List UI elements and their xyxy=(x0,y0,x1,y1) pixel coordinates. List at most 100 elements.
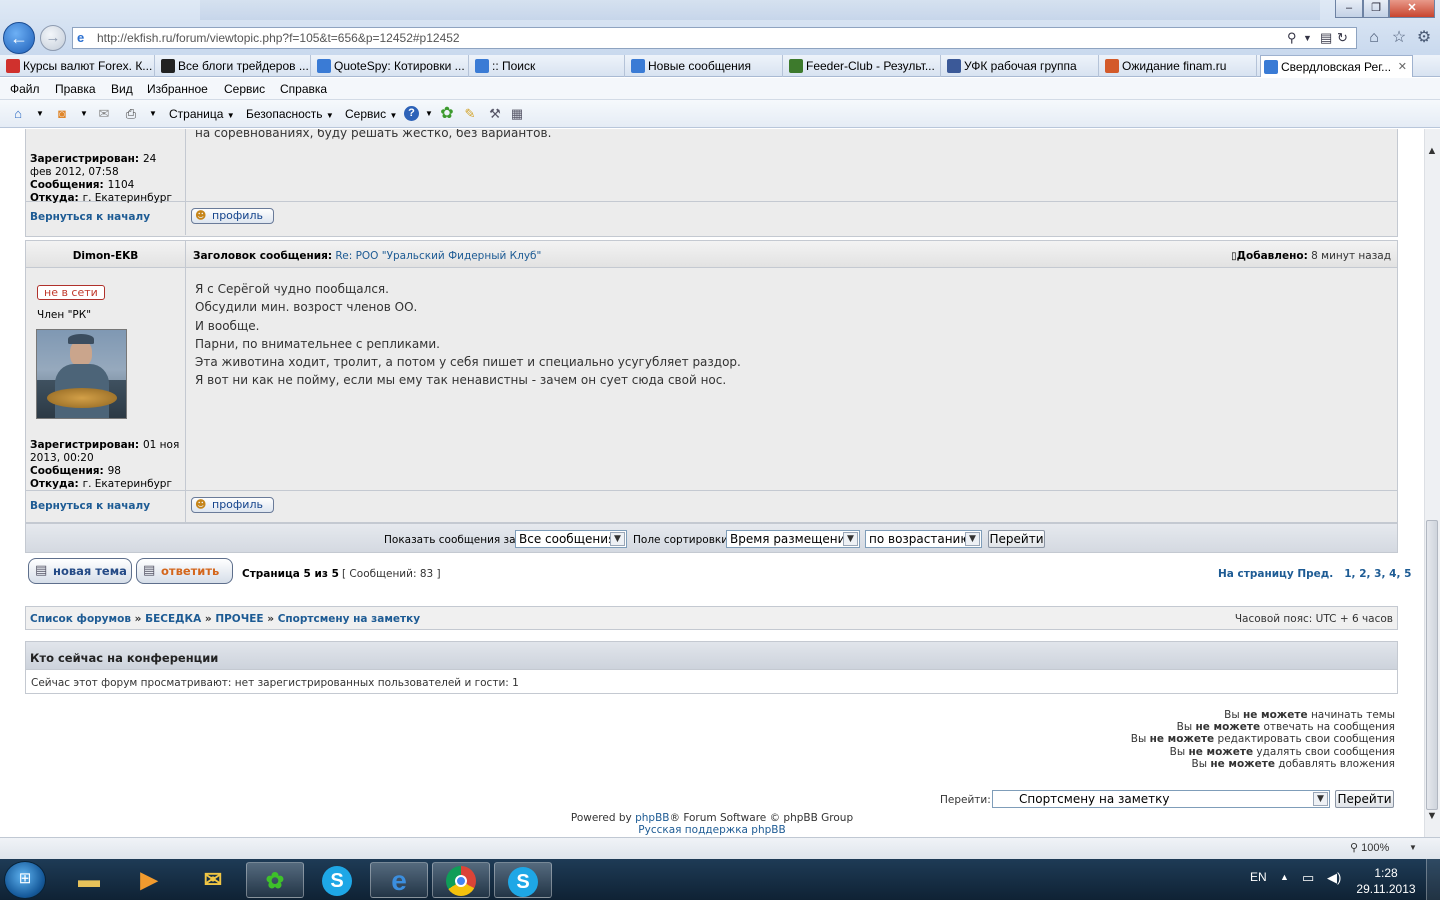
prev-page-link[interactable]: Пред. xyxy=(1297,568,1333,580)
explorer-folder-icon[interactable]: ▬ xyxy=(60,862,118,898)
home-cmd-icon[interactable]: ⌂ xyxy=(9,105,27,123)
home-dropdown-icon[interactable]: ▼ xyxy=(31,105,49,123)
show-select[interactable]: Все сообщения ▼ xyxy=(515,530,627,548)
column-divider xyxy=(185,241,186,522)
profile-button[interactable]: ☻ профиль xyxy=(191,497,274,513)
addon-extension-icon[interactable]: ⚒ xyxy=(486,105,504,123)
home-icon[interactable]: ⌂ xyxy=(1364,28,1384,48)
feed-dropdown-icon[interactable]: ▼ xyxy=(75,105,93,123)
back-arrow-icon[interactable]: ← xyxy=(3,22,35,54)
favorite-label: Новые сообщения xyxy=(648,59,751,73)
favorite-link[interactable]: Все блоги трейдеров ... xyxy=(158,55,311,77)
tools-gear-icon[interactable]: ⚙ xyxy=(1414,28,1434,48)
chrome-icon[interactable] xyxy=(432,862,490,898)
favorite-link[interactable]: Feeder-Club - Результ... xyxy=(786,55,941,77)
network-icon[interactable]: ▭ xyxy=(1302,870,1314,886)
russian-support-link[interactable]: Русская поддержка phpBB xyxy=(0,824,1424,836)
menu-view[interactable]: Вид xyxy=(111,78,133,100)
reply-icon: ▤ xyxy=(143,563,156,578)
footer: Powered by phpBB® Forum Software © phpBB… xyxy=(0,812,1424,836)
help-dropdown-icon[interactable]: ▼ xyxy=(420,105,438,123)
page-link-1[interactable]: 1 xyxy=(1344,568,1351,580)
breadcrumb-topic[interactable]: Спортсмену на заметку xyxy=(278,613,420,625)
menu-file[interactable]: Файл xyxy=(10,78,40,100)
menu-favorites[interactable]: Избранное xyxy=(147,78,208,100)
print-icon[interactable]: ⎙ xyxy=(122,105,140,123)
page-info: Страница 5 из 5 xyxy=(242,568,339,580)
subject-link[interactable]: Re: РОО "Уральский Фидерный Клуб" xyxy=(335,250,541,262)
favorite-link[interactable]: Новые сообщения xyxy=(628,55,783,77)
forward-arrow-icon[interactable]: → xyxy=(40,25,66,51)
maximize-button[interactable]: ❐ xyxy=(1363,0,1389,18)
post-body-text: на соревнованиях, буду решать жёстко, бе… xyxy=(195,129,552,140)
phpbb-link[interactable]: phpBB xyxy=(635,812,669,824)
icq-flower-icon[interactable]: ✿ xyxy=(246,862,304,898)
menu-help[interactable]: Справка xyxy=(280,78,327,100)
internet-explorer-icon[interactable]: e xyxy=(370,862,428,898)
breadcrumb-besedka[interactable]: БЕСЕДКА xyxy=(145,613,201,625)
order-select[interactable]: по возрастанию ▼ xyxy=(865,530,982,548)
search-icon[interactable]: ⚲ xyxy=(1287,30,1297,46)
favorite-link[interactable]: Ожидание finam.ru xyxy=(1102,55,1257,77)
safety-menu-label: Безопасность xyxy=(246,107,323,121)
compat-view-icon[interactable]: ▤ xyxy=(1320,30,1332,46)
addon-tool-icon[interactable]: ✎ xyxy=(461,105,479,123)
sort-select[interactable]: Время размещения ▼ xyxy=(726,530,860,548)
favorite-link[interactable]: :: Поиск xyxy=(472,55,625,77)
addon-research-icon[interactable]: ▦ xyxy=(508,105,526,123)
new-topic-button[interactable]: ▤ новая тема xyxy=(28,558,132,584)
back-to-top-link[interactable]: Вернуться к началу xyxy=(30,500,150,512)
minimize-button[interactable]: – xyxy=(1335,0,1363,18)
post-author[interactable]: Dimon-EKB xyxy=(26,250,185,262)
clock[interactable]: 1:28 29.11.2013 xyxy=(1354,865,1418,897)
address-bar[interactable]: http://ekfish.ru/forum/viewtopic.php?f=1… xyxy=(72,27,1357,49)
favorites-star-icon[interactable]: ☆ xyxy=(1389,28,1409,48)
page-link-5[interactable]: 5 xyxy=(1404,568,1411,580)
address-url: http://ekfish.ru/forum/viewtopic.php?f=1… xyxy=(97,31,460,45)
mail-app-icon[interactable]: ✉ xyxy=(184,862,242,898)
menu-tools[interactable]: Сервис xyxy=(224,78,265,100)
back-to-top-link[interactable]: Вернуться к началу xyxy=(30,211,150,223)
language-indicator[interactable]: EN xyxy=(1250,870,1267,884)
zoom-control[interactable]: ⚲ 100% xyxy=(1350,841,1389,854)
media-player-icon[interactable]: ▶ xyxy=(120,862,178,898)
favorite-link[interactable]: Курсы валют Forex. К... xyxy=(3,55,155,77)
scroll-thumb[interactable] xyxy=(1426,520,1438,810)
skype-icon[interactable]: S xyxy=(308,862,366,898)
close-tab-icon[interactable]: ✕ xyxy=(1398,56,1407,77)
favorite-link[interactable]: Свердловская Рег... ✕ xyxy=(1260,55,1413,77)
breadcrumb-prochee[interactable]: ПРОЧЕЕ xyxy=(215,613,263,625)
permission-post: начинать темы xyxy=(1310,709,1395,721)
reply-button[interactable]: ▤ ответить xyxy=(136,558,233,584)
zoom-dropdown-icon[interactable]: ▼ xyxy=(1409,843,1417,852)
show-desktop-button[interactable] xyxy=(1426,859,1440,900)
profile-button[interactable]: ☻ профиль xyxy=(191,208,274,224)
search-dropdown-icon[interactable]: ▼ xyxy=(1303,33,1312,43)
page-link-3[interactable]: 3 xyxy=(1374,568,1381,580)
jumpbox-go-button[interactable]: Перейти xyxy=(1335,790,1394,808)
breadcrumb-forum-list[interactable]: Список форумов xyxy=(30,613,131,625)
page-link-4[interactable]: 4 xyxy=(1389,568,1396,580)
scroll-down-icon[interactable]: ▼ xyxy=(1424,808,1440,824)
scroll-up-icon[interactable]: ▲ xyxy=(1424,143,1440,159)
menu-edit[interactable]: Правка xyxy=(55,78,96,100)
rss-feed-icon[interactable]: ◙ xyxy=(53,105,71,123)
sort-go-button[interactable]: Перейти xyxy=(988,530,1045,548)
volume-icon[interactable]: ◀) xyxy=(1327,870,1341,886)
tray-expand-icon[interactable]: ▲ xyxy=(1280,872,1289,882)
skype-active-icon[interactable]: S xyxy=(494,862,552,898)
tools-menu[interactable]: Сервис ▼ xyxy=(345,100,397,128)
print-dropdown-icon[interactable]: ▼ xyxy=(144,105,162,123)
page-menu[interactable]: Страница ▼ xyxy=(169,100,235,128)
mail-icon[interactable]: ✉ xyxy=(95,105,113,123)
favorite-link[interactable]: QuoteSpy: Котировки ... xyxy=(314,55,469,77)
jumpbox-select[interactable]: Спортсмену на заметку ▼ xyxy=(992,790,1330,808)
safety-menu[interactable]: Безопасность ▼ xyxy=(246,100,334,128)
refresh-icon[interactable]: ↻ xyxy=(1337,30,1348,46)
favorite-link[interactable]: УФК рабочая группа xyxy=(944,55,1099,77)
addon-flower-icon[interactable]: ✿ xyxy=(438,105,456,123)
page-link-2[interactable]: 2 xyxy=(1359,568,1366,580)
help-icon[interactable]: ? xyxy=(404,106,419,121)
from-label: Откуда: xyxy=(30,192,79,204)
close-window-button[interactable]: ✕ xyxy=(1389,0,1435,18)
